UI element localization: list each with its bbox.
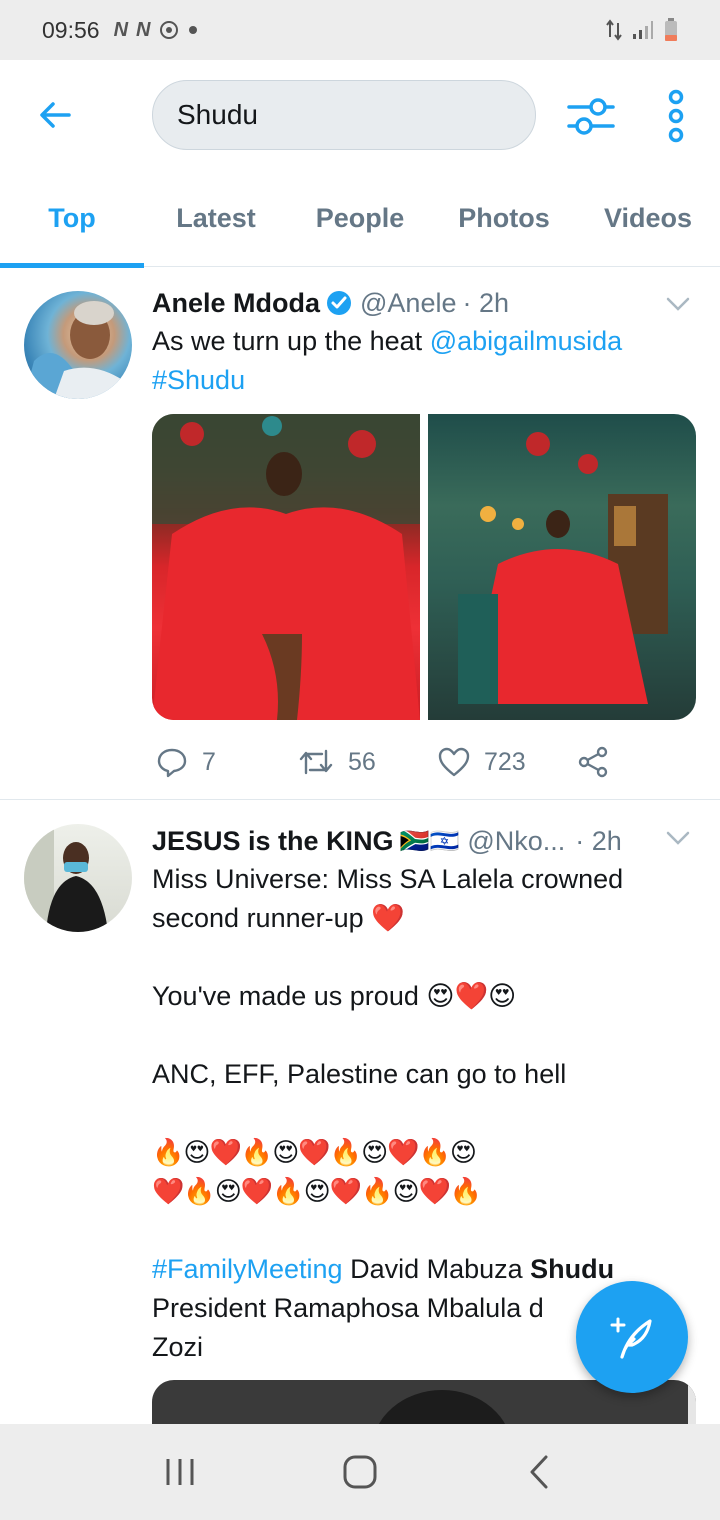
more-options-button[interactable]: [658, 88, 694, 144]
chevron-down-icon[interactable]: [664, 290, 692, 318]
reply-count: 7: [202, 747, 216, 776]
hashtag-link[interactable]: #Shudu: [152, 365, 245, 395]
photo-content: [458, 432, 668, 704]
tweet-time: · 2h: [575, 825, 622, 856]
system-icons: [606, 18, 678, 42]
arrow-left-icon: [40, 102, 71, 128]
emoji-line: 🔥😍❤️🔥😍❤️🔥😍❤️🔥😍: [152, 1137, 477, 1167]
search-input[interactable]: Shudu: [152, 80, 536, 150]
search-query: Shudu: [177, 99, 258, 130]
tweet[interactable]: Anele Mdoda @Anele · 2h As we turn up th…: [0, 268, 720, 800]
sync-icon: [160, 21, 179, 39]
tweet-text-plain: As we turn up the heat: [152, 326, 430, 356]
more-vertical-icon: [668, 89, 684, 143]
like-count: 723: [484, 747, 526, 776]
tweet-media: [152, 414, 696, 720]
retweet-icon: [299, 749, 333, 775]
tweet-line: You've made us proud 😍❤️😍: [152, 981, 517, 1011]
chevron-down-icon[interactable]: [664, 824, 692, 852]
avatar-image: [24, 824, 108, 932]
retweet-count: 56: [348, 747, 376, 776]
recent-apps-icon[interactable]: [160, 1455, 200, 1489]
like-button[interactable]: 723: [438, 747, 526, 777]
tweet-line: ANC, EFF, Palestine can go to hell: [152, 1059, 567, 1089]
verified-badge-icon: [327, 291, 352, 315]
author-handle[interactable]: @Nko...: [467, 826, 565, 857]
avatar[interactable]: [24, 824, 132, 932]
tweet-photo[interactable]: [428, 414, 696, 720]
author-name[interactable]: JESUS is the KING: [152, 826, 394, 857]
back-button[interactable]: [30, 90, 80, 140]
emoji-line: ❤️🔥😍❤️🔥😍❤️🔥😍❤️🔥: [152, 1176, 482, 1206]
search-filter-button[interactable]: [565, 90, 617, 142]
tab-photos[interactable]: Photos: [432, 170, 576, 267]
dot-icon: [189, 26, 198, 34]
tweet-line: second runner-up ❤️: [152, 903, 405, 933]
author-handle[interactable]: @Anele: [360, 288, 456, 319]
back-nav-icon[interactable]: [520, 1452, 560, 1492]
compose-feather-icon: [610, 1317, 652, 1359]
tab-top[interactable]: Top: [0, 170, 144, 268]
highlighted-term: Shudu: [530, 1254, 615, 1284]
share-button[interactable]: [578, 746, 610, 778]
author-name[interactable]: Anele Mdoda: [152, 288, 320, 319]
photo-content: [152, 414, 420, 720]
share-icon: [578, 746, 608, 778]
tweet-photo[interactable]: [152, 414, 420, 720]
home-icon[interactable]: [340, 1452, 380, 1492]
compose-tweet-button[interactable]: [576, 1281, 688, 1393]
tweet-header: Anele Mdoda @Anele · 2h: [152, 284, 696, 322]
tweet-header: JESUS is the KING 🇿🇦🇮🇱 @Nko... · 2h: [152, 822, 696, 860]
heart-icon: [438, 747, 470, 777]
tweet-line: Miss Universe: Miss SA Lalela crowned: [152, 864, 624, 894]
status-bar: 09:56 N N: [0, 0, 720, 60]
flag-emojis: 🇿🇦🇮🇱: [399, 827, 460, 855]
tab-latest[interactable]: Latest: [144, 170, 288, 267]
status-time: 09:56: [42, 16, 100, 43]
filter-sliders-icon: [567, 98, 615, 135]
netflix-n-icon: N: [113, 18, 129, 41]
tweet-text: As we turn up the heat @abigailmusida #S…: [152, 322, 696, 400]
data-arrows-icon: [606, 19, 622, 41]
notification-icons: N N: [114, 19, 199, 42]
battery-icon: [665, 18, 677, 41]
search-header: Shudu: [0, 60, 720, 170]
search-tabs: Top Latest People Photos Videos: [0, 170, 720, 268]
hashtag-link[interactable]: #FamilyMeeting: [152, 1254, 343, 1284]
reply-button[interactable]: 7: [156, 746, 216, 778]
system-navigation-bar: [0, 1424, 720, 1520]
avatar-image: [24, 301, 132, 399]
tab-people[interactable]: People: [288, 170, 432, 267]
mention-link[interactable]: @abigailmusida: [430, 326, 623, 356]
tweet-actions: 7 56 723: [152, 740, 696, 784]
tab-videos[interactable]: Videos: [576, 170, 720, 267]
retweet-button[interactable]: 56: [298, 747, 376, 777]
avatar[interactable]: [24, 291, 132, 399]
netflix-n-icon: N: [136, 18, 151, 41]
signal-icon: [633, 21, 653, 39]
tweet-text-plain: David Mabuza: [342, 1254, 531, 1284]
tweet-time: · 2h: [462, 287, 510, 318]
tweet-body: Anele Mdoda @Anele · 2h As we turn up th…: [152, 284, 696, 400]
reply-icon: [157, 748, 187, 778]
